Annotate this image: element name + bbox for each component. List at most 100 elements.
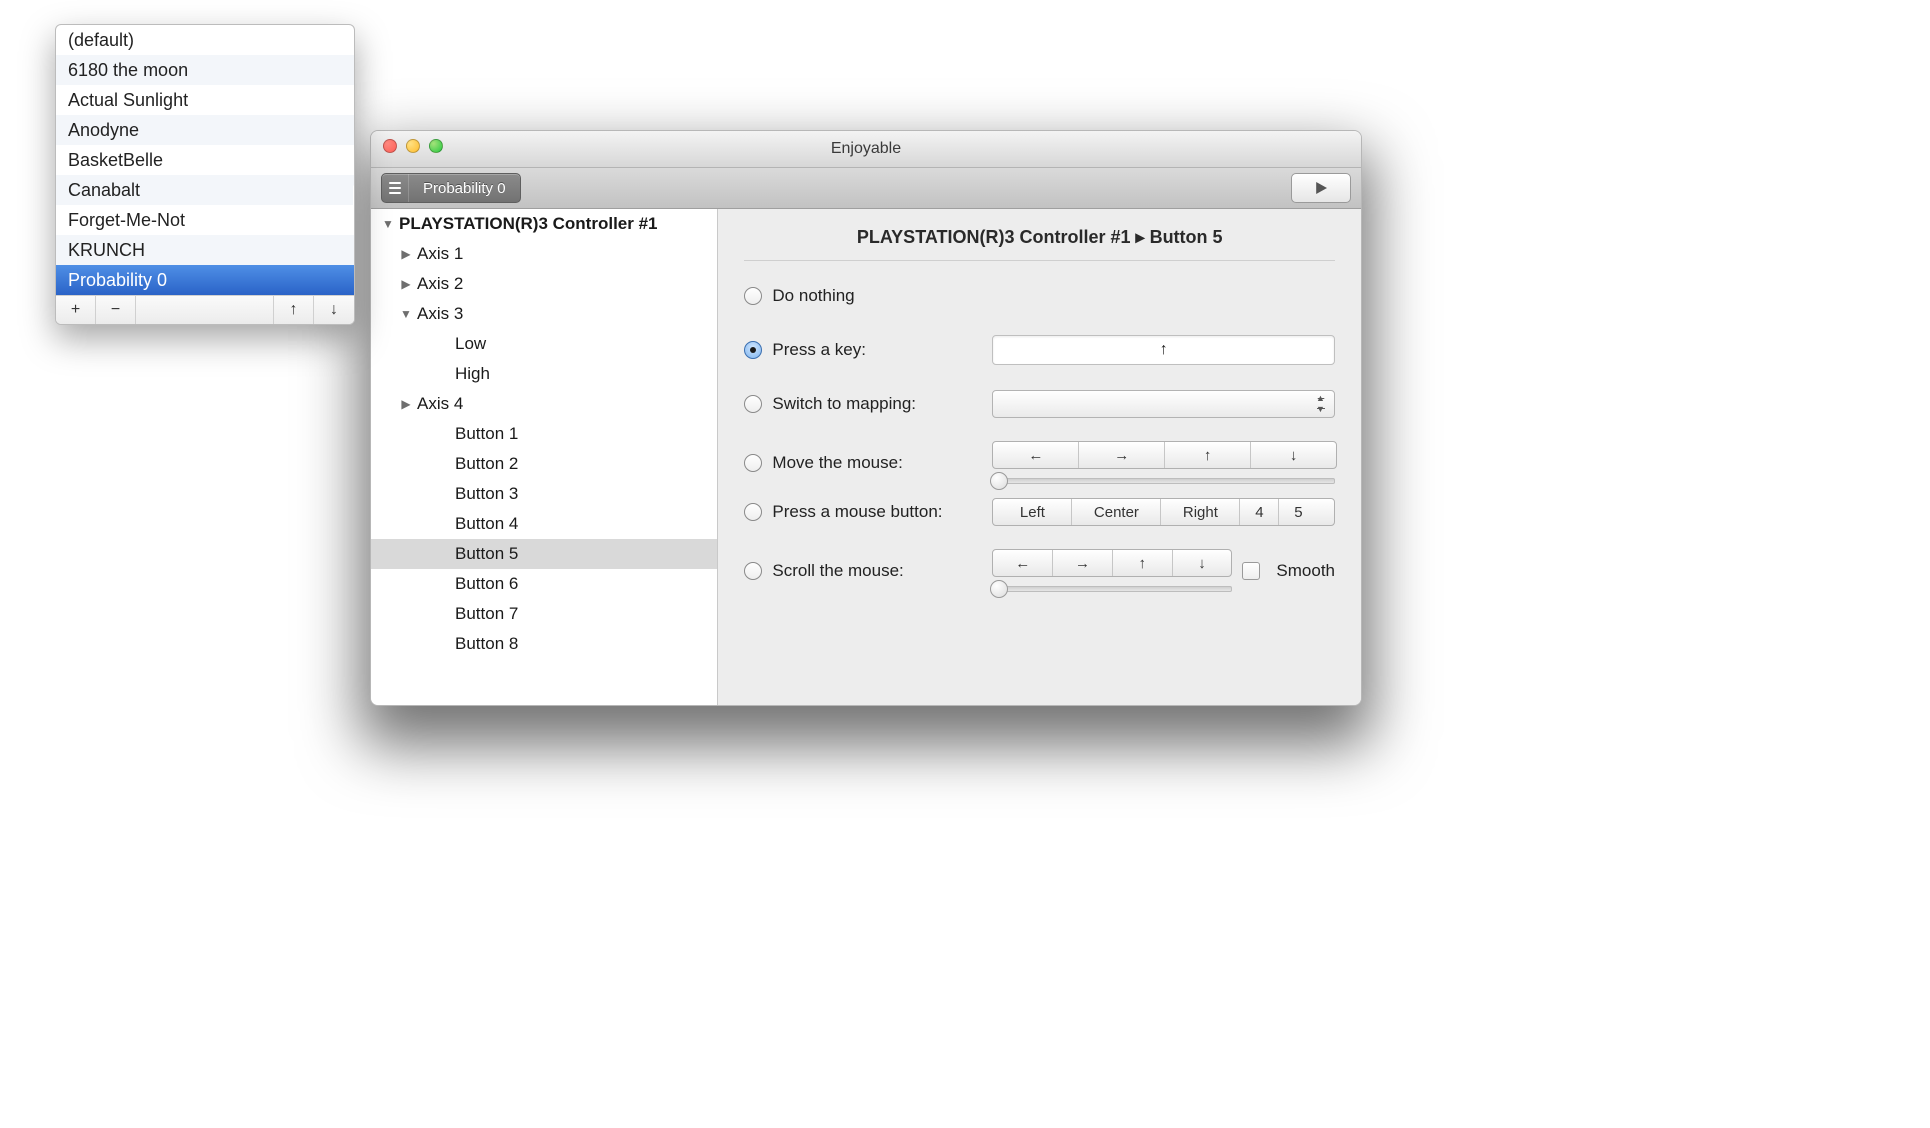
tree-row[interactable]: Button 4 xyxy=(371,509,717,539)
segment[interactable]: 5 xyxy=(1279,499,1317,525)
action-panel: PLAYSTATION(R)3 Controller #1 ▸ Button 5… xyxy=(718,209,1361,706)
tree-row[interactable]: Button 2 xyxy=(371,449,717,479)
smooth-label: Smooth xyxy=(1276,561,1335,581)
key-input[interactable]: ↑ xyxy=(992,335,1335,365)
segment[interactable]: → xyxy=(1079,442,1165,468)
tree-row[interactable]: Button 6 xyxy=(371,569,717,599)
segment[interactable]: ↑ xyxy=(1165,442,1251,468)
mappings-list[interactable]: (default)6180 the moonActual SunlightAno… xyxy=(56,25,354,295)
mapping-list-item[interactable]: Forget-Me-Not xyxy=(56,205,354,235)
divider xyxy=(744,260,1335,261)
tree-row[interactable]: Axis 4 xyxy=(371,389,717,419)
mapping-list-item[interactable]: Probability 0 xyxy=(56,265,354,295)
tree-row[interactable]: Button 5 xyxy=(371,539,717,569)
disclosure-triangle-icon[interactable] xyxy=(399,397,413,411)
tree-row[interactable]: High xyxy=(371,359,717,389)
mapping-selector-label: Probability 0 xyxy=(409,180,520,197)
disclosure-triangle-icon[interactable] xyxy=(381,217,395,231)
label-scroll-mouse: Scroll the mouse: xyxy=(772,561,903,581)
tree-row[interactable]: Button 8 xyxy=(371,629,717,659)
move-direction-segmented[interactable]: ←→↑↓ xyxy=(992,441,1337,469)
tree-row[interactable]: Axis 1 xyxy=(371,239,717,269)
tree-row-label: High xyxy=(455,364,490,384)
slider-thumb-icon[interactable] xyxy=(990,580,1008,598)
tree-row[interactable]: Axis 2 xyxy=(371,269,717,299)
disclosure-triangle-icon[interactable] xyxy=(399,277,413,291)
tree-row[interactable]: Axis 3 xyxy=(371,299,717,329)
segment[interactable]: → xyxy=(1053,550,1113,576)
tree-row[interactable]: Button 3 xyxy=(371,479,717,509)
plus-icon: + xyxy=(71,301,80,319)
mapping-list-item[interactable]: BasketBelle xyxy=(56,145,354,175)
move-up-button[interactable]: ↑ xyxy=(274,296,314,324)
tree-row-label: Low xyxy=(455,334,486,354)
tree-row-label: Button 5 xyxy=(455,544,518,564)
list-icon xyxy=(382,174,409,202)
tree-row[interactable]: Button 1 xyxy=(371,419,717,449)
popover-arrow-icon xyxy=(353,185,355,209)
smooth-checkbox[interactable] xyxy=(1242,562,1260,580)
segment[interactable]: Left xyxy=(993,499,1072,525)
traffic-lights xyxy=(383,139,443,153)
radio-scroll-mouse[interactable] xyxy=(744,562,762,580)
zoom-window-button[interactable] xyxy=(429,139,443,153)
tree-row-label: Button 8 xyxy=(455,634,518,654)
scroll-speed-slider[interactable] xyxy=(992,581,1232,593)
segment[interactable]: ↓ xyxy=(1173,550,1232,576)
titlebar: Enjoyable xyxy=(371,131,1361,168)
disclosure-triangle-icon[interactable] xyxy=(399,307,413,321)
label-move-mouse: Move the mouse: xyxy=(772,453,902,473)
mapping-list-item[interactable]: 6180 the moon xyxy=(56,55,354,85)
mapping-list-item[interactable]: Actual Sunlight xyxy=(56,85,354,115)
move-speed-slider[interactable] xyxy=(992,473,1335,485)
controller-tree[interactable]: PLAYSTATION(R)3 Controller #1 Axis 1Axis… xyxy=(371,209,718,706)
mapping-selector[interactable]: Probability 0 xyxy=(381,173,521,203)
segment[interactable]: 4 xyxy=(1240,499,1279,525)
breadcrumb: PLAYSTATION(R)3 Controller #1 ▸ Button 5 xyxy=(744,227,1335,248)
move-down-button[interactable]: ↓ xyxy=(314,296,354,324)
stepper-icon xyxy=(1316,394,1328,414)
label-do-nothing: Do nothing xyxy=(772,286,854,306)
segment[interactable]: ← xyxy=(993,442,1079,468)
mapping-list-item[interactable]: (default) xyxy=(56,25,354,55)
tree-row[interactable]: Low xyxy=(371,329,717,359)
play-button[interactable] xyxy=(1291,173,1351,203)
label-switch-mapping: Switch to mapping: xyxy=(772,394,916,414)
tree-row-label: Axis 3 xyxy=(417,304,463,324)
radio-press-key[interactable] xyxy=(744,341,762,359)
tree-row[interactable]: Button 7 xyxy=(371,599,717,629)
app-window: Enjoyable Probability 0 PLAYSTATION(R)3 … xyxy=(370,130,1362,706)
segment[interactable]: ← xyxy=(993,550,1053,576)
tree-row-label: Button 4 xyxy=(455,514,518,534)
segment[interactable]: Right xyxy=(1161,499,1240,525)
mapping-combo[interactable] xyxy=(992,390,1335,418)
radio-switch-mapping[interactable] xyxy=(744,395,762,413)
tree-controller-header[interactable]: PLAYSTATION(R)3 Controller #1 xyxy=(371,209,717,239)
remove-mapping-button[interactable]: − xyxy=(96,296,136,324)
mappings-footer: + − ↑ ↓ xyxy=(56,295,354,324)
add-mapping-button[interactable]: + xyxy=(56,296,96,324)
mapping-list-item[interactable]: Canabalt xyxy=(56,175,354,205)
radio-move-mouse[interactable] xyxy=(744,454,762,472)
mapping-list-item[interactable]: KRUNCH xyxy=(56,235,354,265)
label-press-key: Press a key: xyxy=(772,340,866,360)
tree-row-label: Axis 4 xyxy=(417,394,463,414)
mouse-button-segmented[interactable]: LeftCenterRight45 xyxy=(992,498,1335,526)
segment[interactable]: ↓ xyxy=(1251,442,1336,468)
slider-thumb-icon[interactable] xyxy=(990,472,1008,490)
tree-row-label: Button 6 xyxy=(455,574,518,594)
radio-press-mouse[interactable] xyxy=(744,503,762,521)
tree-row-label: Button 3 xyxy=(455,484,518,504)
segment[interactable]: ↑ xyxy=(1113,550,1173,576)
scroll-direction-segmented[interactable]: ←→↑↓ xyxy=(992,549,1232,577)
disclosure-triangle-icon[interactable] xyxy=(399,247,413,261)
window-title: Enjoyable xyxy=(831,140,901,158)
close-window-button[interactable] xyxy=(383,139,397,153)
segment[interactable]: Center xyxy=(1072,499,1161,525)
mapping-list-item[interactable]: Anodyne xyxy=(56,115,354,145)
mappings-popover: (default)6180 the moonActual SunlightAno… xyxy=(55,24,355,325)
tree-row-label: Button 7 xyxy=(455,604,518,624)
radio-do-nothing[interactable] xyxy=(744,287,762,305)
minimize-window-button[interactable] xyxy=(406,139,420,153)
minus-icon: − xyxy=(111,301,120,319)
